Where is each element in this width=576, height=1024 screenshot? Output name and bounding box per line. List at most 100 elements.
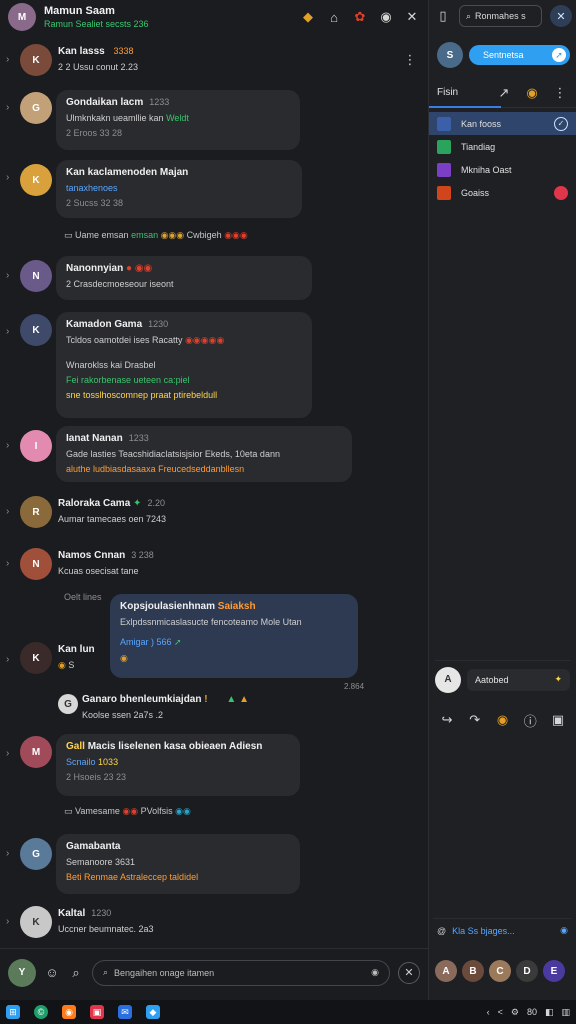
chevron-left-icon[interactable]: ‹ xyxy=(487,1007,490,1017)
message-author: Raloraka Cama xyxy=(58,498,131,509)
expand-chevron-icon[interactable]: › xyxy=(6,506,9,517)
expand-chevron-icon[interactable]: › xyxy=(6,440,9,451)
self-avatar[interactable]: Y xyxy=(8,958,36,987)
info-icon[interactable]: ⓘ xyxy=(522,712,538,729)
expand-chevron-icon[interactable]: › xyxy=(6,654,9,665)
item-label: Kan fooss xyxy=(461,118,502,129)
avatar[interactable]: N xyxy=(20,260,52,292)
avatar[interactable]: G xyxy=(20,92,52,124)
message-author: Kan lun xyxy=(58,644,95,655)
panel-list-item[interactable]: Mkniha Oast xyxy=(429,158,576,181)
item-label: Mkniha Oast xyxy=(461,164,512,175)
message-time: 1230 xyxy=(148,319,169,329)
avatar[interactable]: R xyxy=(20,496,52,528)
item-label: Goaiss xyxy=(461,187,490,198)
avatar[interactable]: A xyxy=(435,960,457,982)
close-composer-button[interactable]: ✕ xyxy=(398,961,420,984)
panel-avatar[interactable]: S xyxy=(437,42,463,68)
app-icon[interactable]: ◉ xyxy=(62,1005,76,1019)
message-item: › N Namos Cnnan 3 238 Kcuas osecisat tane xyxy=(0,546,428,586)
network-icon[interactable]: ▥ xyxy=(561,1007,570,1018)
panel-list-item[interactable]: Tiandiag xyxy=(429,135,576,158)
message-meta: 2 Sucss 32 38 xyxy=(66,198,124,208)
avatar[interactable]: E xyxy=(543,960,565,982)
avatar[interactable]: I xyxy=(20,430,52,462)
header-status: Ramun Sealiet secsts 236 xyxy=(44,19,149,29)
message-link[interactable]: Weldt xyxy=(166,113,189,123)
avatar[interactable]: K xyxy=(20,44,52,76)
avatar[interactable]: G xyxy=(58,694,78,714)
attach-icon[interactable]: ⌕ xyxy=(68,965,84,981)
image-icon[interactable]: ▣ xyxy=(550,712,566,728)
emoji-icon[interactable]: ☺ xyxy=(44,965,60,981)
avatar[interactable]: G xyxy=(20,838,52,870)
message-author: Nanonnyian xyxy=(66,263,124,274)
expand-chevron-icon[interactable]: › xyxy=(6,848,9,859)
pin-icon[interactable]: ◆ xyxy=(300,9,316,25)
more-icon[interactable]: ⋮ xyxy=(552,85,568,101)
app-icon[interactable]: ◆ xyxy=(146,1005,160,1019)
tab-files[interactable]: Fisin xyxy=(437,87,458,98)
panel-user-button[interactable]: Sentnetsa ➚ xyxy=(469,45,570,65)
expand-chevron-icon[interactable]: › xyxy=(6,172,9,183)
message-text: Aumar tamecaes oen 7243 xyxy=(58,514,167,524)
app-icon[interactable]: ✉ xyxy=(118,1005,132,1019)
send-icon[interactable]: ◉ xyxy=(560,925,568,936)
expand-chevron-icon[interactable]: › xyxy=(6,748,9,759)
avatar[interactable]: C xyxy=(489,960,511,982)
avatar[interactable]: K xyxy=(20,642,52,674)
message-item: G Ganaro bhenleumkiajdan ! ▲ ▲ Koolse ss… xyxy=(0,692,428,728)
message-input[interactable]: ⌕ Bengaihen onage itamen ◉ xyxy=(92,959,390,986)
expand-chevron-icon[interactable]: › xyxy=(6,558,9,569)
expand-chevron-icon[interactable]: › xyxy=(6,326,9,337)
app-icon[interactable]: © xyxy=(34,1005,48,1019)
app-icon[interactable]: ▣ xyxy=(90,1005,104,1019)
message-item: › G Gondaikan lacm 1233 Ulmknkakn ueamlli… xyxy=(0,90,428,152)
panel-input-text: Kla Ss bjages... xyxy=(452,925,515,936)
avatar[interactable]: M xyxy=(20,736,52,768)
message-item: › R Raloraka Cama ✦ 2.20 Aumar tamecaes o… xyxy=(0,494,428,534)
expand-chevron-icon[interactable]: › xyxy=(6,270,9,281)
reply-icon[interactable]: ↪ xyxy=(439,712,455,728)
globe-icon[interactable]: ◉ xyxy=(378,9,394,25)
panel-toggle-icon[interactable]: ▯ xyxy=(435,8,451,24)
system-text: Vamesame xyxy=(75,806,120,816)
avatar[interactable]: N xyxy=(20,548,52,580)
start-menu-icon[interactable]: ⊞ xyxy=(6,1005,20,1019)
media-icon[interactable]: ◉ xyxy=(524,85,540,101)
panel-list-item[interactable]: Goaiss xyxy=(429,181,576,204)
message-prefix: Gall xyxy=(66,741,85,752)
panel-close-button[interactable]: ✕ xyxy=(550,5,572,27)
close-icon[interactable]: ✕ xyxy=(404,9,420,25)
avatar[interactable]: K xyxy=(20,906,52,938)
avatar[interactable]: K xyxy=(20,314,52,346)
settings-icon[interactable]: ⚙ xyxy=(511,1007,519,1018)
reaction-icon[interactable]: ✿ xyxy=(352,9,368,25)
forward-icon[interactable]: ↷ xyxy=(467,712,483,728)
avatar[interactable]: D xyxy=(516,960,538,982)
more-icon[interactable]: ⋮ xyxy=(402,52,418,68)
message-item: › K Kan kaclamenoden Majan tanaxhenoes 2… xyxy=(0,160,428,222)
system-text: Uame emsan xyxy=(75,230,129,240)
panel-avatar[interactable]: A xyxy=(435,666,461,693)
share-icon[interactable]: ↗ xyxy=(496,85,512,101)
panel-list-item[interactable]: Kan fooss ✓ xyxy=(429,112,576,135)
panel-user-card[interactable]: Aatobed ✦ xyxy=(467,668,570,691)
send-icon[interactable]: ◉ xyxy=(371,967,379,978)
header-avatar[interactable]: M xyxy=(8,3,36,31)
sticker-icon[interactable]: ◉ xyxy=(494,712,510,728)
lock-icon[interactable]: ⌂ xyxy=(326,9,342,25)
panel-input[interactable]: @ Kla Ss bjages... ◉ xyxy=(433,918,572,942)
notification-badge xyxy=(554,185,568,200)
volume-icon[interactable]: ◧ xyxy=(545,1007,554,1018)
message-list[interactable]: › K Kan lasss 3338 2 2 Ussu conut 2.23 ⋮… xyxy=(0,34,428,948)
expand-chevron-icon[interactable]: › xyxy=(6,102,9,113)
panel-search[interactable]: ⌕ Ronmahes s xyxy=(459,5,542,27)
avatar[interactable]: B xyxy=(462,960,484,982)
avatar[interactable]: K xyxy=(20,164,52,196)
expand-chevron-icon[interactable]: › xyxy=(6,916,9,927)
expand-chevron-icon[interactable]: › xyxy=(6,54,9,65)
message-author: Gondaikan lacm xyxy=(66,97,144,108)
message-text: 2 2 Ussu conut 2.23 xyxy=(58,62,139,72)
back-icon[interactable]: < xyxy=(498,1007,503,1017)
